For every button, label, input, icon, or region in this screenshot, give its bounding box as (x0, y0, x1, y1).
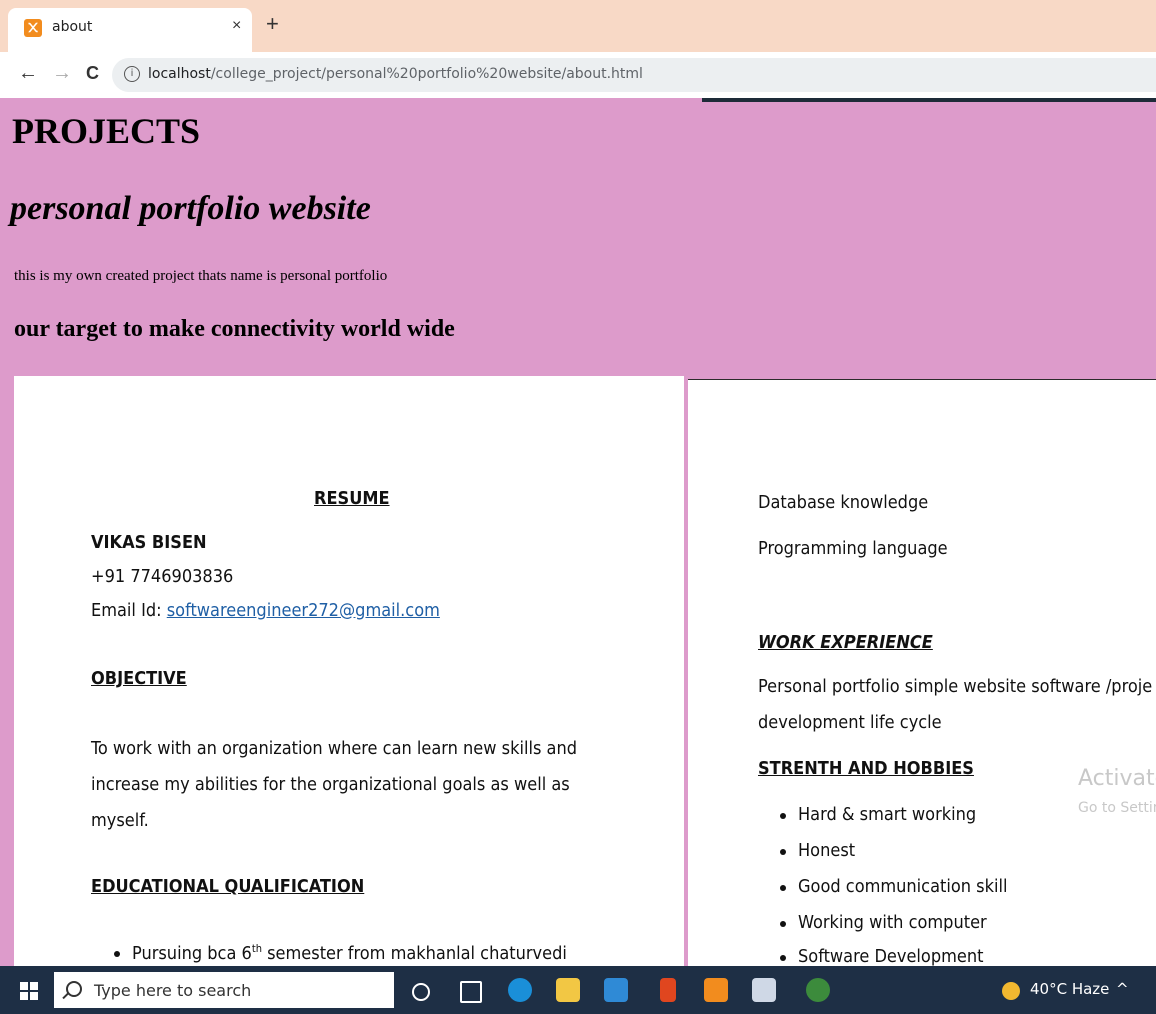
education-item-text-end: semester from makhanlal chaturvedi (261, 943, 567, 964)
education-item-sup: th (251, 942, 262, 955)
objective-line: myself. (91, 810, 149, 831)
work-experience-line: development life cycle (758, 712, 942, 733)
edge-browser-icon[interactable] (508, 978, 532, 1002)
reload-icon[interactable]: C (86, 62, 99, 84)
strength-item: Hard & smart working (779, 804, 977, 825)
close-tab-icon[interactable]: × (232, 17, 241, 35)
weather-text[interactable]: 40°C Haze (1030, 980, 1109, 998)
resume-phone: +91 7746903836 (91, 566, 234, 587)
document-app-icon[interactable] (752, 978, 776, 1002)
taskbar-search-input[interactable]: Type here to search (54, 972, 394, 1008)
objective-heading: OBJECTIVE (91, 668, 187, 689)
tray-chevron-icon[interactable]: ^ (1116, 980, 1129, 998)
info-icon[interactable]: i (124, 66, 140, 82)
url-text[interactable]: localhost/college_project/personal%20por… (148, 66, 643, 82)
url-host: localhost (148, 66, 211, 82)
objective-line: To work with an organization where can l… (91, 738, 578, 759)
forward-arrow-icon[interactable]: → (52, 62, 72, 84)
tab-title: about (52, 19, 93, 35)
resume-page-right: Database knowledge Programming language … (688, 380, 1156, 966)
project-description: this is my own created project thats nam… (14, 268, 388, 284)
url-path: /college_project/personal%20portfolio%20… (210, 66, 643, 82)
strength-item: Honest (779, 840, 856, 861)
tab-strip: ᙭ about × + (0, 0, 1156, 52)
education-item: Pursuing bca 6th semester from makhanlal… (114, 942, 567, 964)
resume-title: RESUME (314, 488, 390, 509)
browser-tab[interactable]: ᙭ about × (8, 8, 252, 52)
cortana-icon[interactable] (412, 983, 430, 1001)
browser-toolbar: ← → C i localhost/college_project/person… (0, 52, 1156, 98)
mail-icon[interactable] (604, 978, 628, 1002)
task-view-icon[interactable] (460, 981, 482, 1003)
education-heading: EDUCATIONAL QUALIFICATION (91, 876, 365, 897)
strength-item: Software Development (779, 946, 984, 966)
activate-windows-watermark: Activate (1078, 766, 1156, 791)
activate-windows-subtext: Go to Settin (1078, 800, 1156, 816)
divider-line (702, 98, 1156, 102)
email-label: Email Id: (91, 600, 167, 621)
strength-item: Good communication skill (779, 876, 1008, 897)
address-bar[interactable]: i localhost/college_project/personal%20p… (112, 58, 1156, 92)
education-item-text: Pursuing bca 6 (132, 943, 252, 964)
resume-name: VIKAS BISEN (91, 532, 207, 553)
weather-icon[interactable] (1002, 982, 1020, 1000)
page-heading: PROJECTS (12, 111, 201, 151)
skill-item: Programming language (758, 538, 948, 559)
windows-start-icon[interactable] (20, 982, 38, 1000)
strength-item: Working with computer (780, 912, 987, 933)
page-content: PROJECTS personal portfolio website this… (0, 98, 1156, 966)
project-title: personal portfolio website (10, 190, 371, 227)
search-icon (66, 981, 82, 997)
new-tab-button[interactable]: + (266, 13, 279, 35)
email-link[interactable]: softwareengineer272@gmail.com (167, 600, 440, 621)
windows-taskbar: Type here to search 40°C Haze ^ (0, 966, 1156, 1014)
xampp-favicon-icon: ᙭ (24, 19, 42, 37)
strength-heading: STRENTH AND HOBBIES (758, 758, 974, 779)
resume-page-left: RESUME VIKAS BISEN +91 7746903836 Email … (14, 376, 684, 966)
work-experience-heading: WORK EXPERIENCE (758, 632, 933, 653)
resume-email-row: Email Id: softwareengineer272@gmail.com (91, 600, 440, 621)
skill-item: Database knowledge (758, 492, 929, 513)
file-explorer-icon[interactable] (556, 978, 580, 1002)
search-placeholder: Type here to search (94, 981, 252, 1000)
back-arrow-icon[interactable]: ← (18, 62, 38, 84)
project-target: our target to make connectivity world wi… (14, 316, 455, 342)
xampp-icon[interactable] (704, 978, 728, 1002)
objective-line: increase my abilities for the organizati… (91, 774, 570, 795)
work-experience-line: Personal portfolio simple website softwa… (758, 676, 1153, 697)
office-icon[interactable] (660, 978, 676, 1002)
chrome-icon[interactable] (806, 978, 830, 1002)
